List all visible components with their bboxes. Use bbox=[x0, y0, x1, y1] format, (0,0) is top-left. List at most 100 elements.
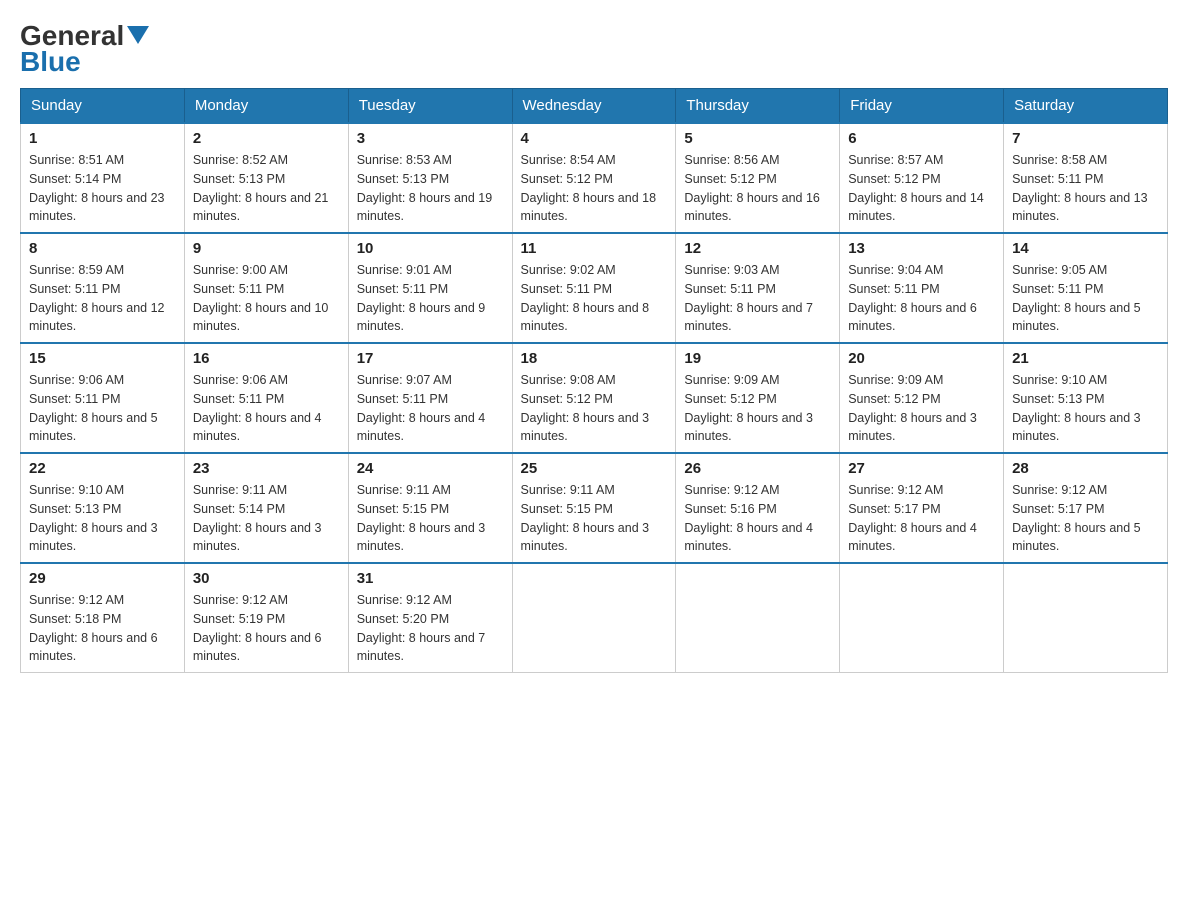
day-number: 28 bbox=[1012, 460, 1159, 477]
logo-triangle-icon bbox=[127, 26, 149, 44]
day-number: 6 bbox=[848, 130, 995, 147]
day-number: 29 bbox=[29, 570, 176, 587]
calendar-week-row: 22 Sunrise: 9:10 AM Sunset: 5:13 PM Dayl… bbox=[21, 453, 1168, 563]
day-info: Sunrise: 9:11 AM Sunset: 5:15 PM Dayligh… bbox=[521, 481, 668, 556]
calendar-cell: 5 Sunrise: 8:56 AM Sunset: 5:12 PM Dayli… bbox=[676, 123, 840, 233]
calendar-cell: 22 Sunrise: 9:10 AM Sunset: 5:13 PM Dayl… bbox=[21, 453, 185, 563]
day-info: Sunrise: 9:08 AM Sunset: 5:12 PM Dayligh… bbox=[521, 371, 668, 446]
calendar-week-row: 8 Sunrise: 8:59 AM Sunset: 5:11 PM Dayli… bbox=[21, 233, 1168, 343]
calendar-cell: 8 Sunrise: 8:59 AM Sunset: 5:11 PM Dayli… bbox=[21, 233, 185, 343]
day-number: 20 bbox=[848, 350, 995, 367]
calendar-cell bbox=[840, 563, 1004, 673]
day-number: 4 bbox=[521, 130, 668, 147]
day-info: Sunrise: 8:54 AM Sunset: 5:12 PM Dayligh… bbox=[521, 151, 668, 226]
day-number: 1 bbox=[29, 130, 176, 147]
day-info: Sunrise: 9:06 AM Sunset: 5:11 PM Dayligh… bbox=[193, 371, 340, 446]
calendar-cell: 13 Sunrise: 9:04 AM Sunset: 5:11 PM Dayl… bbox=[840, 233, 1004, 343]
calendar-cell: 18 Sunrise: 9:08 AM Sunset: 5:12 PM Dayl… bbox=[512, 343, 676, 453]
day-info: Sunrise: 8:52 AM Sunset: 5:13 PM Dayligh… bbox=[193, 151, 340, 226]
day-info: Sunrise: 9:12 AM Sunset: 5:17 PM Dayligh… bbox=[1012, 481, 1159, 556]
day-number: 8 bbox=[29, 240, 176, 257]
calendar-cell: 15 Sunrise: 9:06 AM Sunset: 5:11 PM Dayl… bbox=[21, 343, 185, 453]
day-info: Sunrise: 8:53 AM Sunset: 5:13 PM Dayligh… bbox=[357, 151, 504, 226]
day-info: Sunrise: 9:03 AM Sunset: 5:11 PM Dayligh… bbox=[684, 261, 831, 336]
day-info: Sunrise: 9:12 AM Sunset: 5:19 PM Dayligh… bbox=[193, 591, 340, 666]
day-number: 5 bbox=[684, 130, 831, 147]
logo: General Blue bbox=[20, 20, 149, 78]
day-number: 31 bbox=[357, 570, 504, 587]
calendar-cell: 7 Sunrise: 8:58 AM Sunset: 5:11 PM Dayli… bbox=[1004, 123, 1168, 233]
day-info: Sunrise: 9:04 AM Sunset: 5:11 PM Dayligh… bbox=[848, 261, 995, 336]
day-info: Sunrise: 9:10 AM Sunset: 5:13 PM Dayligh… bbox=[1012, 371, 1159, 446]
day-number: 19 bbox=[684, 350, 831, 367]
calendar-header-friday: Friday bbox=[840, 89, 1004, 124]
day-number: 14 bbox=[1012, 240, 1159, 257]
day-number: 7 bbox=[1012, 130, 1159, 147]
day-info: Sunrise: 9:11 AM Sunset: 5:14 PM Dayligh… bbox=[193, 481, 340, 556]
day-info: Sunrise: 9:02 AM Sunset: 5:11 PM Dayligh… bbox=[521, 261, 668, 336]
calendar-cell: 11 Sunrise: 9:02 AM Sunset: 5:11 PM Dayl… bbox=[512, 233, 676, 343]
day-info: Sunrise: 9:09 AM Sunset: 5:12 PM Dayligh… bbox=[848, 371, 995, 446]
day-number: 26 bbox=[684, 460, 831, 477]
calendar-table: SundayMondayTuesdayWednesdayThursdayFrid… bbox=[20, 88, 1168, 673]
day-info: Sunrise: 9:12 AM Sunset: 5:18 PM Dayligh… bbox=[29, 591, 176, 666]
calendar-cell: 1 Sunrise: 8:51 AM Sunset: 5:14 PM Dayli… bbox=[21, 123, 185, 233]
logo-blue: Blue bbox=[20, 46, 81, 78]
calendar-cell: 30 Sunrise: 9:12 AM Sunset: 5:19 PM Dayl… bbox=[184, 563, 348, 673]
day-number: 27 bbox=[848, 460, 995, 477]
day-info: Sunrise: 8:56 AM Sunset: 5:12 PM Dayligh… bbox=[684, 151, 831, 226]
calendar-cell: 25 Sunrise: 9:11 AM Sunset: 5:15 PM Dayl… bbox=[512, 453, 676, 563]
calendar-week-row: 15 Sunrise: 9:06 AM Sunset: 5:11 PM Dayl… bbox=[21, 343, 1168, 453]
day-number: 2 bbox=[193, 130, 340, 147]
calendar-cell: 21 Sunrise: 9:10 AM Sunset: 5:13 PM Dayl… bbox=[1004, 343, 1168, 453]
day-info: Sunrise: 8:59 AM Sunset: 5:11 PM Dayligh… bbox=[29, 261, 176, 336]
page-header: General Blue bbox=[20, 20, 1168, 78]
day-number: 30 bbox=[193, 570, 340, 587]
calendar-cell: 3 Sunrise: 8:53 AM Sunset: 5:13 PM Dayli… bbox=[348, 123, 512, 233]
calendar-header-tuesday: Tuesday bbox=[348, 89, 512, 124]
day-info: Sunrise: 9:12 AM Sunset: 5:16 PM Dayligh… bbox=[684, 481, 831, 556]
calendar-cell: 19 Sunrise: 9:09 AM Sunset: 5:12 PM Dayl… bbox=[676, 343, 840, 453]
day-info: Sunrise: 9:01 AM Sunset: 5:11 PM Dayligh… bbox=[357, 261, 504, 336]
day-info: Sunrise: 9:05 AM Sunset: 5:11 PM Dayligh… bbox=[1012, 261, 1159, 336]
calendar-cell bbox=[676, 563, 840, 673]
calendar-cell: 6 Sunrise: 8:57 AM Sunset: 5:12 PM Dayli… bbox=[840, 123, 1004, 233]
day-number: 18 bbox=[521, 350, 668, 367]
calendar-cell: 16 Sunrise: 9:06 AM Sunset: 5:11 PM Dayl… bbox=[184, 343, 348, 453]
calendar-week-row: 29 Sunrise: 9:12 AM Sunset: 5:18 PM Dayl… bbox=[21, 563, 1168, 673]
day-number: 23 bbox=[193, 460, 340, 477]
calendar-cell: 14 Sunrise: 9:05 AM Sunset: 5:11 PM Dayl… bbox=[1004, 233, 1168, 343]
day-number: 15 bbox=[29, 350, 176, 367]
calendar-cell bbox=[1004, 563, 1168, 673]
day-number: 21 bbox=[1012, 350, 1159, 367]
day-info: Sunrise: 9:12 AM Sunset: 5:17 PM Dayligh… bbox=[848, 481, 995, 556]
day-number: 17 bbox=[357, 350, 504, 367]
calendar-cell: 20 Sunrise: 9:09 AM Sunset: 5:12 PM Dayl… bbox=[840, 343, 1004, 453]
calendar-cell: 28 Sunrise: 9:12 AM Sunset: 5:17 PM Dayl… bbox=[1004, 453, 1168, 563]
day-number: 16 bbox=[193, 350, 340, 367]
day-number: 9 bbox=[193, 240, 340, 257]
calendar-header-sunday: Sunday bbox=[21, 89, 185, 124]
day-info: Sunrise: 9:11 AM Sunset: 5:15 PM Dayligh… bbox=[357, 481, 504, 556]
day-info: Sunrise: 9:00 AM Sunset: 5:11 PM Dayligh… bbox=[193, 261, 340, 336]
day-info: Sunrise: 9:06 AM Sunset: 5:11 PM Dayligh… bbox=[29, 371, 176, 446]
day-number: 25 bbox=[521, 460, 668, 477]
calendar-cell: 26 Sunrise: 9:12 AM Sunset: 5:16 PM Dayl… bbox=[676, 453, 840, 563]
day-number: 3 bbox=[357, 130, 504, 147]
calendar-cell: 24 Sunrise: 9:11 AM Sunset: 5:15 PM Dayl… bbox=[348, 453, 512, 563]
day-number: 22 bbox=[29, 460, 176, 477]
calendar-header-thursday: Thursday bbox=[676, 89, 840, 124]
calendar-header-saturday: Saturday bbox=[1004, 89, 1168, 124]
calendar-cell: 17 Sunrise: 9:07 AM Sunset: 5:11 PM Dayl… bbox=[348, 343, 512, 453]
day-number: 11 bbox=[521, 240, 668, 257]
day-info: Sunrise: 9:07 AM Sunset: 5:11 PM Dayligh… bbox=[357, 371, 504, 446]
calendar-cell: 23 Sunrise: 9:11 AM Sunset: 5:14 PM Dayl… bbox=[184, 453, 348, 563]
day-number: 24 bbox=[357, 460, 504, 477]
day-info: Sunrise: 8:51 AM Sunset: 5:14 PM Dayligh… bbox=[29, 151, 176, 226]
calendar-week-row: 1 Sunrise: 8:51 AM Sunset: 5:14 PM Dayli… bbox=[21, 123, 1168, 233]
calendar-cell: 29 Sunrise: 9:12 AM Sunset: 5:18 PM Dayl… bbox=[21, 563, 185, 673]
calendar-cell: 10 Sunrise: 9:01 AM Sunset: 5:11 PM Dayl… bbox=[348, 233, 512, 343]
calendar-cell: 9 Sunrise: 9:00 AM Sunset: 5:11 PM Dayli… bbox=[184, 233, 348, 343]
calendar-header-monday: Monday bbox=[184, 89, 348, 124]
day-info: Sunrise: 8:57 AM Sunset: 5:12 PM Dayligh… bbox=[848, 151, 995, 226]
